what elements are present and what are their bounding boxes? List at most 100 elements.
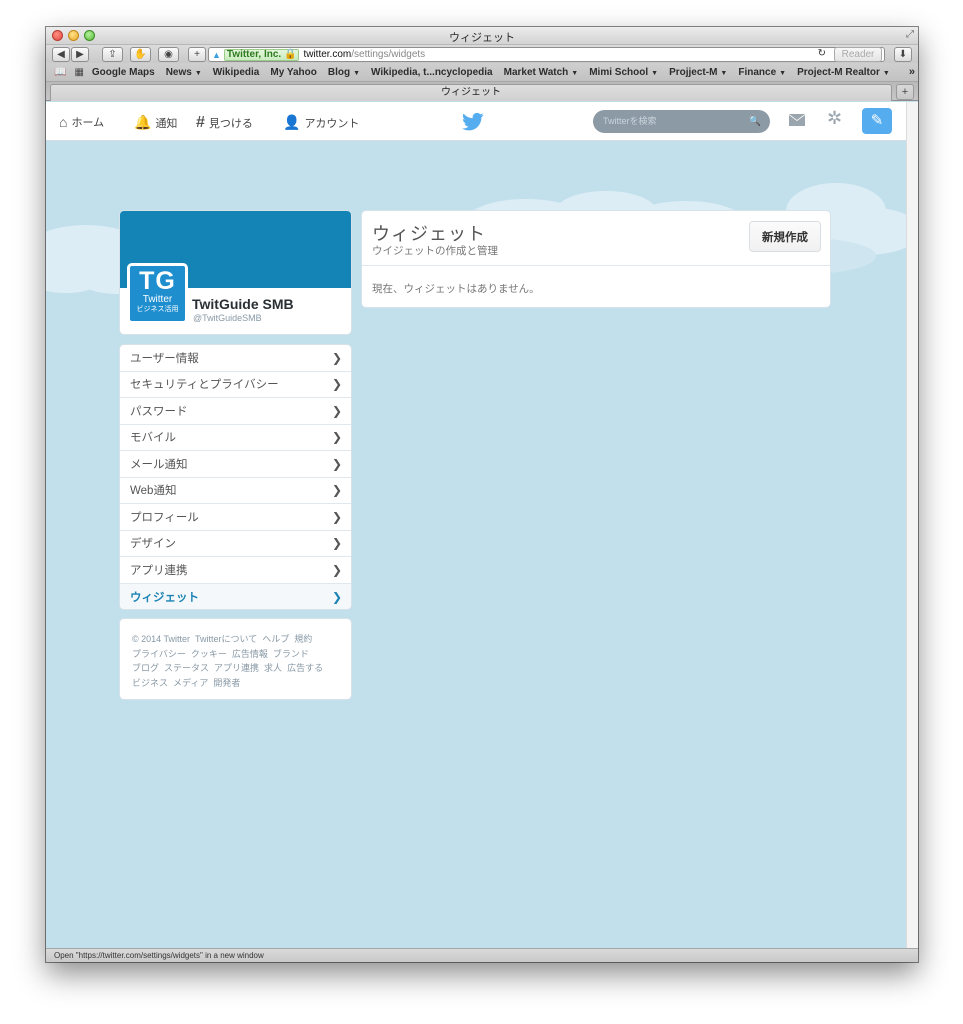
nav-account[interactable]: 👤 アカウント bbox=[283, 114, 359, 131]
bookmark-item[interactable]: Project-M Realtor ▼ bbox=[797, 67, 890, 78]
bookmark-label: Wikipedia bbox=[212, 66, 260, 78]
footer-link[interactable]: ブログ bbox=[132, 661, 159, 676]
bookmark-item[interactable]: Finance ▼ bbox=[738, 67, 786, 78]
bookmark-item[interactable]: Market Watch ▼ bbox=[504, 67, 579, 78]
avatar-line2: ビジネス活用 bbox=[136, 306, 179, 313]
bookmark-item[interactable]: Wikipedia bbox=[213, 67, 260, 78]
forward-arrow-icon: ▶ bbox=[76, 49, 84, 60]
chevron-right-icon: ❯ bbox=[331, 589, 342, 604]
panel-divider bbox=[362, 265, 830, 266]
reader-button[interactable]: Reader bbox=[834, 47, 882, 62]
widgets-panel: ウィジェット ウイジェットの作成と管理 新規作成 現在、ウィジェットはありません… bbox=[361, 210, 831, 308]
footer-link[interactable]: ヘルプ bbox=[262, 632, 289, 647]
footer-link[interactable]: ステータス bbox=[164, 661, 209, 676]
bookmark-hand-button[interactable]: ✋ bbox=[130, 47, 151, 62]
settings-menu-item[interactable]: ユーザー情報 ❯ bbox=[120, 345, 351, 372]
direct-message-icon[interactable] bbox=[788, 112, 806, 128]
downloads-button[interactable]: ⬇ bbox=[894, 47, 912, 62]
settings-menu-item[interactable]: モバイル ❯ bbox=[120, 425, 351, 451]
search-input[interactable]: Twitterを検索 🔍 bbox=[593, 110, 770, 133]
footer-link[interactable]: メディア bbox=[173, 676, 208, 691]
dropdown-arrow-icon: ▼ bbox=[779, 69, 787, 77]
bookmark-label: Finance bbox=[738, 66, 777, 78]
vertical-scrollbar[interactable] bbox=[906, 102, 918, 948]
nav-notifications[interactable]: 🔔 通知 bbox=[134, 114, 177, 131]
share-icon: ⇪ bbox=[108, 49, 117, 60]
footer-link[interactable]: アプリ連携 bbox=[214, 661, 259, 676]
footer-link[interactable]: 開発者 bbox=[213, 676, 240, 691]
settings-menu-label: ユーザー情報 bbox=[130, 352, 199, 365]
twitter-bird-icon[interactable] bbox=[462, 111, 484, 133]
chevron-right-icon: ❯ bbox=[331, 456, 342, 471]
compose-tweet-button[interactable]: ✎ bbox=[862, 108, 892, 134]
settings-menu-item[interactable]: プロフィール ❯ bbox=[120, 504, 351, 531]
tab-widgets[interactable]: ウィジェット bbox=[50, 84, 892, 101]
settings-menu-item[interactable]: パスワード ❯ bbox=[120, 398, 351, 425]
settings-menu-item[interactable]: デザイン ❯ bbox=[120, 531, 351, 557]
avatar[interactable]: TG Twitter ビジネス活用 bbox=[127, 263, 188, 324]
footer-link[interactable]: 広告する bbox=[287, 661, 323, 676]
settings-menu-label: デザイン bbox=[130, 538, 176, 551]
top-sites-icon[interactable]: ▦ bbox=[74, 67, 83, 78]
chevron-right-icon: ❯ bbox=[331, 430, 342, 445]
bookmark-item[interactable]: Google Maps bbox=[92, 67, 155, 78]
footer-link[interactable]: ブランド bbox=[273, 647, 309, 662]
nav-discover[interactable]: # 見つける bbox=[196, 114, 253, 132]
status-bar: Open "https://twitter.com/settings/widge… bbox=[46, 948, 918, 962]
dropdown-arrow-icon: ▼ bbox=[571, 69, 579, 77]
back-button[interactable]: ◀ bbox=[52, 47, 70, 62]
footer-link[interactable]: Twitterについて bbox=[195, 632, 257, 647]
avatar-initials: TG bbox=[139, 267, 176, 295]
footer-link[interactable]: 求人 bbox=[264, 661, 282, 676]
bookmark-item[interactable]: Projject-M ▼ bbox=[669, 67, 727, 78]
settings-menu-label: プロフィール bbox=[130, 511, 199, 524]
footer-link[interactable]: クッキー bbox=[191, 647, 227, 662]
footer-link[interactable]: 規約 bbox=[294, 632, 312, 647]
settings-menu-item[interactable]: Web通知 ❯ bbox=[120, 478, 351, 504]
bookmark-label: Mimi School bbox=[589, 66, 649, 78]
settings-menu-item[interactable]: メール通知 ❯ bbox=[120, 451, 351, 478]
bookmark-item[interactable]: Wikipedia, t...ncyclopedia bbox=[371, 67, 493, 78]
bookmark-item[interactable]: Mimi School ▼ bbox=[589, 67, 658, 78]
chevron-right-icon: ❯ bbox=[331, 403, 342, 418]
profile-handle[interactable]: @TwitGuideSMB bbox=[193, 313, 262, 323]
compose-icon: ✎ bbox=[870, 112, 884, 129]
lock-icon: 🔒 bbox=[283, 49, 297, 60]
bookmark-item[interactable]: Blog ▼ bbox=[328, 67, 360, 78]
chevron-right-icon: ❯ bbox=[331, 536, 342, 551]
footer-link[interactable]: ビジネス bbox=[132, 676, 168, 691]
bookmarks-bar: 📖 ▦ Google Maps News ▼ Wikipedia My Yahoo Blo… bbox=[46, 63, 918, 82]
hand-icon: ✋ bbox=[134, 49, 147, 60]
profile-name[interactable]: TwitGuide SMB bbox=[192, 296, 294, 312]
more-bookmarks-icon[interactable]: » bbox=[909, 66, 915, 78]
settings-menu-item[interactable]: セキュリティとプライバシー ❯ bbox=[120, 372, 351, 398]
bookmark-item[interactable]: My Yahoo bbox=[270, 67, 317, 78]
share-button[interactable]: ⇪ bbox=[102, 47, 123, 62]
create-widget-button[interactable]: 新規作成 bbox=[749, 221, 821, 252]
plus-icon: + bbox=[194, 49, 200, 60]
footer-link[interactable]: 広告情報 bbox=[232, 647, 268, 662]
gear-icon[interactable]: ✲ bbox=[827, 108, 842, 129]
new-tab-button[interactable]: + bbox=[896, 84, 914, 100]
nav-home-label: ホーム bbox=[71, 117, 105, 129]
nav-home[interactable]: ⌂ ホーム bbox=[59, 114, 104, 130]
fullscreen-icon[interactable]: ⤢ bbox=[906, 29, 914, 40]
profile-card: TG Twitter ビジネス活用 TwitGuide SMB @TwitGui… bbox=[119, 210, 352, 335]
add-bookmark-button[interactable]: + bbox=[188, 47, 206, 62]
ev-certificate-badge[interactable]: Twitter, Inc. 🔒 bbox=[223, 48, 300, 61]
reading-list-icon[interactable]: 📖 bbox=[54, 67, 66, 78]
address-bar[interactable]: ▲ Twitter, Inc. 🔒 twitter.com/settings/w… bbox=[208, 47, 885, 62]
dropdown-arrow-icon: ▼ bbox=[882, 69, 890, 77]
empty-message: 現在、ウィジェットはありません。 bbox=[372, 283, 540, 295]
dropdown-arrow-icon: ▼ bbox=[651, 69, 659, 77]
footer-link[interactable]: プライバシー bbox=[132, 647, 186, 662]
bookmark-item[interactable]: News ▼ bbox=[166, 67, 202, 78]
reload-icon[interactable]: ↻ bbox=[818, 48, 826, 59]
settings-menu-item[interactable]: ウィジェット ❯ bbox=[120, 583, 351, 609]
settings-menu-item[interactable]: アプリ連携 ❯ bbox=[120, 557, 351, 584]
extension-button[interactable]: ◉ bbox=[158, 47, 179, 62]
forward-button[interactable]: ▶ bbox=[71, 47, 89, 62]
bookmark-label: Projject-M bbox=[669, 66, 718, 78]
search-icon[interactable]: 🔍 bbox=[749, 110, 761, 133]
page-viewport: ⌂ ホーム 🔔 通知 # 見つける 👤 アカウント Twitterを検索 🔍 ✲… bbox=[46, 102, 906, 948]
